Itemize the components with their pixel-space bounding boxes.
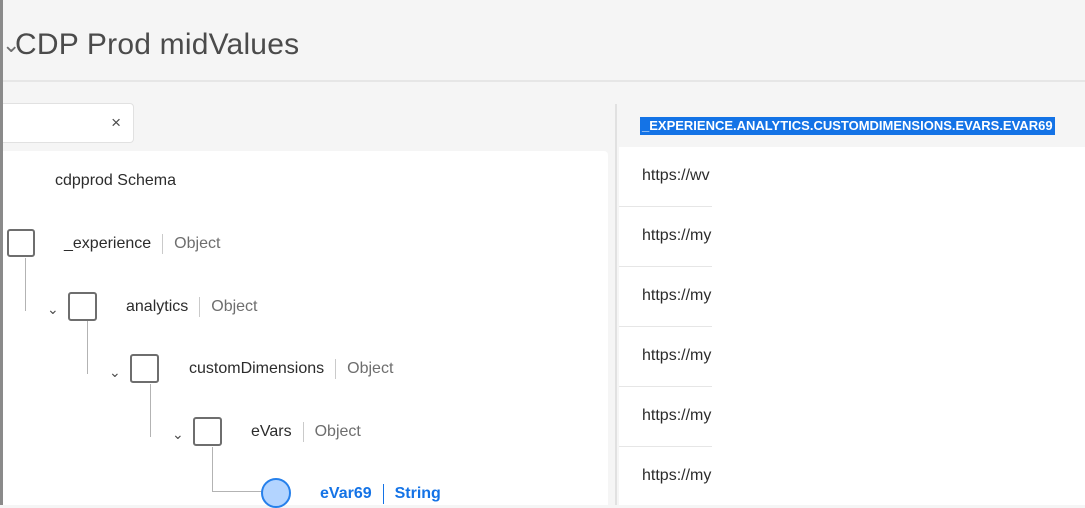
divider: [335, 359, 337, 379]
node-checkbox-evars[interactable]: [193, 417, 222, 446]
list-item[interactable]: https://my: [619, 207, 712, 267]
search-input[interactable]: ×: [3, 103, 134, 143]
list-item[interactable]: https://my: [619, 387, 712, 447]
tree-connector: [150, 384, 151, 437]
clear-icon[interactable]: ×: [111, 112, 121, 134]
list-item[interactable]: https://wv: [619, 147, 712, 207]
node-name: analytics: [126, 298, 189, 316]
node-checkbox-analytics[interactable]: [68, 292, 97, 321]
value-text: https://my: [642, 347, 712, 364]
node-radio-evar69[interactable]: [261, 478, 291, 508]
node-type: String: [394, 485, 441, 503]
values-list: https://wv https://my https://my https:/…: [619, 147, 1085, 505]
node-name: eVar69: [320, 485, 372, 503]
node-type: Object: [174, 235, 221, 253]
value-text: https://my: [642, 407, 712, 424]
tree-connector: [212, 447, 213, 491]
divider: [162, 234, 164, 254]
panel-divider[interactable]: [615, 104, 617, 505]
tree-connector: [25, 258, 26, 311]
node-name: eVars: [251, 423, 292, 441]
divider: [302, 422, 304, 442]
list-item[interactable]: https://my: [619, 267, 712, 327]
tree-node-customdimensions[interactable]: customDimensions Object: [189, 359, 393, 379]
node-type: Object: [347, 360, 394, 378]
node-checkbox-experience[interactable]: [7, 229, 35, 257]
chevron-down-icon[interactable]: ⌄: [109, 365, 121, 379]
tree-node-evars[interactable]: eVars Object: [251, 422, 361, 442]
values-column-header[interactable]: _EXPERIENCE.ANALYTICS.CUSTOMDIMENSIONS.E…: [640, 117, 1055, 135]
node-name: customDimensions: [189, 360, 325, 378]
node-name: _experience: [64, 235, 152, 253]
divider: [382, 484, 384, 504]
node-type: Object: [314, 423, 361, 441]
tree-connector: [87, 321, 88, 374]
chevron-down-icon[interactable]: ⌄: [172, 427, 184, 441]
schema-tree: cdpprod Schema _experience Object ⌄ analy…: [3, 151, 608, 508]
value-text: https://my: [642, 467, 712, 484]
divider: [199, 297, 201, 317]
tree-node-experience[interactable]: _experience Object: [64, 234, 220, 254]
value-text: https://wv: [642, 167, 710, 184]
list-item[interactable]: https://my: [619, 327, 712, 387]
tree-connector: [212, 491, 262, 492]
list-item[interactable]: https://my: [619, 447, 712, 507]
schema-root-label: cdpprod Schema: [55, 172, 176, 189]
value-text: https://my: [642, 287, 712, 304]
chevron-down-icon[interactable]: ⌄: [47, 302, 59, 316]
tree-node-analytics[interactable]: analytics Object: [126, 297, 258, 317]
page-title: CDP Prod midValues: [15, 28, 300, 61]
node-checkbox-customdimensions[interactable]: [130, 354, 159, 383]
value-text: https://my: [642, 227, 712, 244]
tree-node-evar69[interactable]: eVar69 String: [320, 484, 441, 504]
node-type: Object: [211, 298, 258, 316]
page-header: ⌄ CDP Prod midValues: [2, 0, 1085, 82]
